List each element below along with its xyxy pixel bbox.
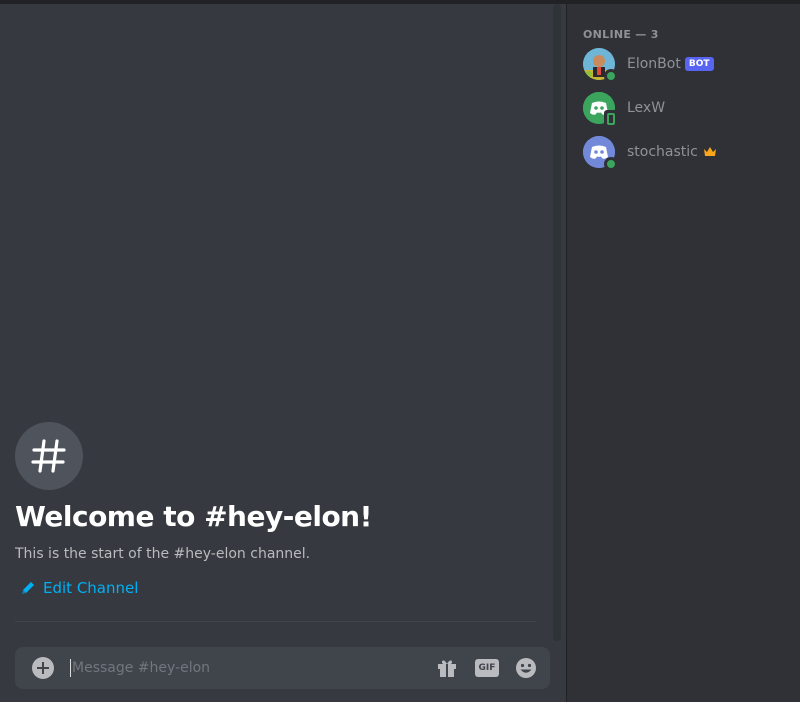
mobile-status-icon bbox=[604, 110, 618, 128]
online-status-icon bbox=[604, 157, 618, 171]
chat-scrollbar[interactable] bbox=[553, 4, 561, 641]
member-name: ElonBot bbox=[627, 56, 681, 72]
plus-circle-icon[interactable] bbox=[32, 657, 54, 679]
online-header: ONLINE — 3 bbox=[583, 28, 659, 41]
bot-tag: BOT bbox=[684, 57, 714, 71]
pencil-icon bbox=[22, 582, 34, 594]
online-status-icon bbox=[604, 69, 618, 83]
text-caret bbox=[70, 659, 71, 677]
welcome-title: Welcome to #hey-elon! bbox=[15, 500, 372, 533]
member-list: ONLINE — 3 ElonBot BOT LexW stochastic bbox=[567, 4, 800, 702]
avatar bbox=[583, 136, 618, 171]
edit-channel-link[interactable]: Edit Channel bbox=[20, 579, 138, 597]
hash-icon bbox=[31, 439, 66, 473]
crown-icon bbox=[703, 147, 716, 156]
avatar bbox=[583, 92, 618, 128]
member-name: stochastic bbox=[627, 144, 698, 160]
edit-channel-label[interactable]: Edit Channel bbox=[43, 579, 138, 597]
chat-pane bbox=[0, 4, 566, 702]
emoji-icon[interactable] bbox=[514, 656, 538, 680]
message-input[interactable] bbox=[72, 655, 422, 681]
welcome-subtitle: This is the start of the #hey-elon chann… bbox=[15, 546, 311, 562]
member-elonbot[interactable]: ElonBot BOT bbox=[583, 47, 793, 83]
divider bbox=[15, 621, 536, 622]
message-composer: GIF bbox=[15, 647, 550, 689]
avatar bbox=[583, 48, 618, 83]
gif-icon[interactable]: GIF bbox=[475, 656, 499, 680]
gif-label: GIF bbox=[475, 659, 499, 677]
member-stochastic[interactable]: stochastic bbox=[583, 135, 793, 171]
member-lexw[interactable]: LexW bbox=[583, 91, 793, 128]
member-name: LexW bbox=[627, 100, 666, 116]
channel-avatar bbox=[15, 422, 83, 490]
gift-icon[interactable] bbox=[435, 656, 459, 680]
